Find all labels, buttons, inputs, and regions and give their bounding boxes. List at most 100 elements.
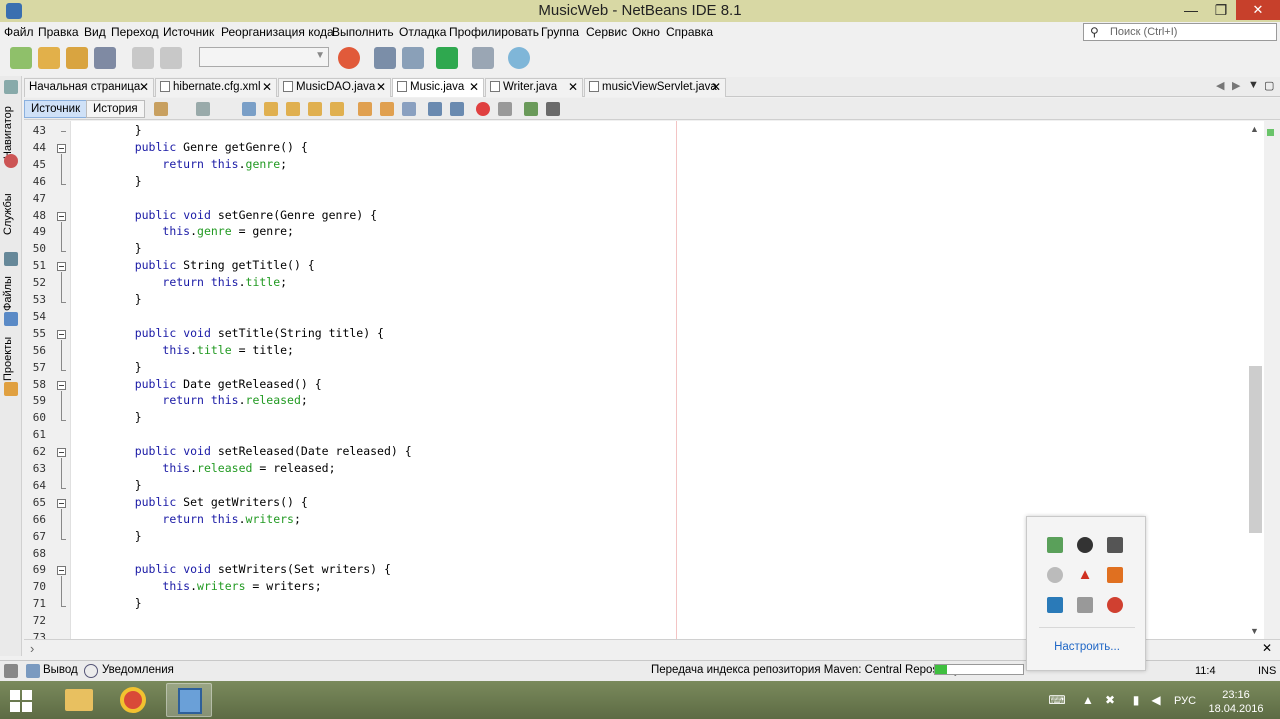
close-icon[interactable]: ✕ — [1262, 641, 1272, 655]
code-line[interactable]: } — [107, 241, 142, 255]
code-line[interactable]: this.genre = genre; — [107, 224, 294, 238]
code-line[interactable]: public void setTitle(String title) { — [107, 326, 384, 340]
tab-musicviewservlet[interactable]: musicViewServlet.java ✕ — [584, 78, 726, 97]
tab-music-java[interactable]: Music.java ✕ — [392, 78, 484, 97]
code-line[interactable]: return this.genre; — [107, 157, 287, 171]
uncomment-icon[interactable] — [546, 102, 560, 116]
fold-toggle-icon[interactable] — [57, 262, 66, 272]
taskbar-chrome[interactable] — [110, 683, 156, 717]
sidebar-item-files[interactable]: Файлы — [2, 272, 20, 316]
next-bookmark-icon[interactable] — [380, 102, 394, 116]
find-icon[interactable] — [242, 102, 256, 116]
code-line[interactable]: } — [107, 596, 142, 610]
profile-icon[interactable] — [508, 47, 530, 69]
tab-source[interactable]: Источник — [24, 100, 88, 118]
network-icon[interactable] — [1077, 597, 1093, 613]
scroll-up-icon[interactable]: ▲ — [1250, 124, 1259, 134]
build-icon[interactable] — [374, 47, 396, 69]
fold-toggle-icon[interactable] — [57, 211, 66, 221]
fold-toggle-icon[interactable] — [57, 143, 66, 153]
close-icon[interactable]: ✕ — [262, 79, 272, 96]
toggle-rect-icon[interactable] — [330, 102, 344, 116]
start-button[interactable] — [10, 690, 32, 712]
menu-profile[interactable]: Профилировать — [449, 25, 539, 39]
menu-view[interactable]: Вид — [84, 25, 106, 39]
menu-navigate[interactable]: Переход — [111, 25, 159, 39]
close-icon[interactable]: ✕ — [139, 79, 149, 96]
shift-right-icon[interactable] — [450, 102, 464, 116]
configuration-select[interactable]: ▼ — [199, 47, 329, 67]
notifications-tab[interactable]: Уведомления — [102, 664, 174, 676]
code-line[interactable]: this.released = released; — [107, 461, 335, 475]
customize-link[interactable]: Настроить... — [1027, 641, 1147, 653]
menu-source[interactable]: Источник — [163, 25, 214, 39]
battery-icon[interactable]: ▮ — [1128, 693, 1144, 707]
scroll-down-icon[interactable]: ▼ — [1250, 626, 1259, 636]
clock[interactable]: 23:16 18.04.2016 — [1204, 688, 1268, 716]
start-macro-icon[interactable] — [476, 102, 490, 116]
toggle-highlight-icon[interactable] — [308, 102, 322, 116]
fold-toggle-icon[interactable] — [57, 329, 66, 339]
stop-macro-icon[interactable] — [498, 102, 512, 116]
tab-history[interactable]: История — [86, 100, 145, 118]
comment-icon[interactable] — [524, 102, 538, 116]
code-line[interactable]: } — [107, 410, 142, 424]
new-project-icon[interactable] — [38, 47, 60, 69]
tray-app-icon-2[interactable] — [1077, 537, 1093, 553]
save-all-icon[interactable] — [94, 47, 116, 69]
code-line[interactable]: } — [107, 292, 142, 306]
open-project-icon[interactable] — [66, 47, 88, 69]
language-indicator[interactable]: РУС — [1174, 695, 1196, 707]
code-line[interactable]: } — [107, 478, 142, 492]
code-line[interactable]: public Genre getGenre() { — [107, 140, 308, 154]
scroll-right-icon[interactable]: ▶ — [1232, 79, 1240, 92]
maximize-window-icon[interactable]: ▢ — [1264, 79, 1274, 92]
minimize-button[interactable]: — — [1176, 0, 1206, 20]
debug-icon[interactable] — [472, 47, 494, 69]
find-next-icon[interactable] — [286, 102, 300, 116]
clean-build-icon[interactable] — [402, 47, 424, 69]
code-line[interactable]: } — [107, 360, 142, 374]
java-update-icon[interactable] — [1107, 567, 1123, 583]
show-hidden-icons[interactable]: ▲ — [1080, 693, 1096, 707]
tray-app-icon-6[interactable] — [1107, 597, 1123, 613]
code-line[interactable]: return this.writers; — [107, 512, 301, 526]
menu-window[interactable]: Окно — [632, 25, 660, 39]
code-line[interactable]: public Date getReleased() { — [107, 377, 322, 391]
scrollbar-thumb[interactable] — [1249, 366, 1262, 533]
menu-help[interactable]: Справка — [666, 25, 713, 39]
run-icon[interactable] — [436, 47, 458, 69]
menu-debug[interactable]: Отладка — [399, 25, 446, 39]
close-icon[interactable]: ✕ — [469, 79, 479, 96]
vertical-scrollbar[interactable]: ▲ ▼ — [1248, 121, 1264, 639]
code-line[interactable]: public void setReleased(Date released) { — [107, 444, 412, 458]
new-file-icon[interactable] — [10, 47, 32, 69]
back-icon[interactable] — [196, 102, 210, 116]
menu-file[interactable]: Файл — [4, 25, 34, 39]
menu-refactor[interactable]: Реорганизация кода — [221, 25, 334, 39]
toggle-bookmark-icon[interactable] — [402, 102, 416, 116]
code-line[interactable]: public String getTitle() { — [107, 258, 315, 272]
menu-run[interactable]: Выполнить — [332, 25, 394, 39]
code-line[interactable]: } — [107, 174, 142, 188]
close-icon[interactable]: ✕ — [376, 79, 386, 96]
tray-app-icon-1[interactable] — [1047, 537, 1063, 553]
menu-team[interactable]: Группа — [541, 25, 579, 39]
maximize-button[interactable]: ❐ — [1206, 0, 1236, 20]
volume-icon[interactable]: ◀ — [1148, 693, 1164, 707]
tab-start-page[interactable]: Начальная страница ✕ — [24, 78, 154, 97]
code-line[interactable]: return this.title; — [107, 275, 287, 289]
code-line[interactable]: } — [107, 529, 142, 543]
fold-toggle-icon[interactable] — [57, 380, 66, 390]
warning-icon[interactable]: ▲ — [1077, 567, 1093, 583]
find-previous-icon[interactable] — [264, 102, 278, 116]
tab-musicdao[interactable]: MusicDAO.java ✕ — [278, 78, 391, 97]
taskbar-netbeans[interactable] — [166, 683, 212, 717]
close-icon[interactable]: ✕ — [711, 79, 721, 96]
code-line[interactable]: this.title = title; — [107, 343, 294, 357]
code-line[interactable]: public Set getWriters() { — [107, 495, 308, 509]
menu-edit[interactable]: Правка — [38, 25, 79, 39]
last-edit-icon[interactable] — [154, 102, 168, 116]
taskbar-explorer[interactable] — [56, 683, 102, 717]
keyboard-icon[interactable]: ⌨ — [1044, 693, 1070, 707]
